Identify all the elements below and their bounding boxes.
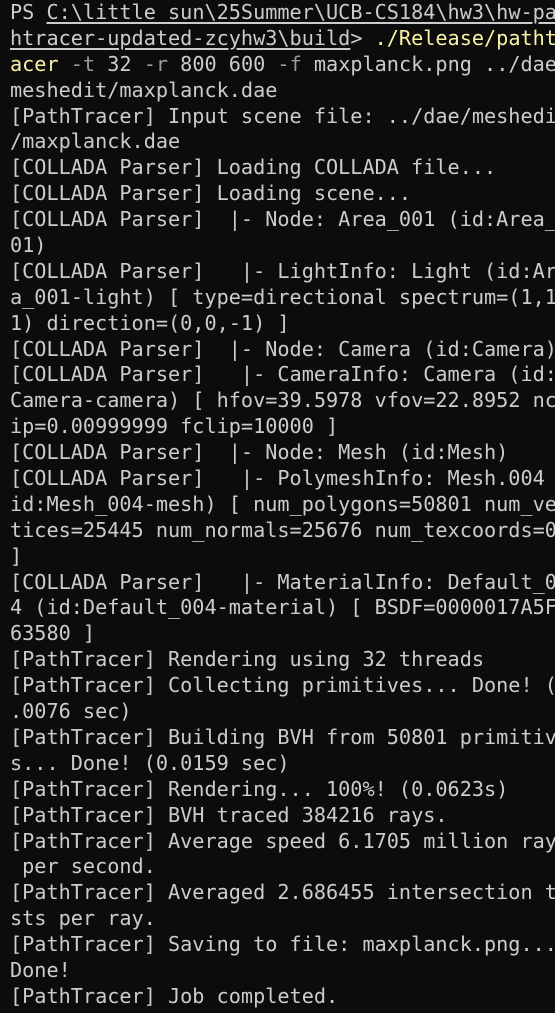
output-line: [PathTracer] Building BVH from 50801 pri… xyxy=(10,724,555,749)
output-line: [COLLADA Parser] |- Node: Area_001 (id:A… xyxy=(10,207,555,232)
output-line: [COLLADA Parser] Loading scene... xyxy=(10,181,412,206)
output-line: per second. xyxy=(10,854,156,879)
output-line: [PathTracer] Rendering using 32 threads xyxy=(10,647,485,672)
output-line: 01) xyxy=(10,233,47,258)
output-line: ip=0.00999999 fclip=10000 ] xyxy=(10,414,339,439)
output-line: [COLLADA Parser] |- Node: Camera (id:Cam… xyxy=(10,336,555,361)
prompt-symbol: > xyxy=(350,25,375,50)
output-line: [PathTracer] BVH traced 384216 rays. xyxy=(10,802,448,827)
command-line: acer -t 32 -r 800 600 -f maxplanck.png .… xyxy=(10,52,555,78)
output-line: [COLLADA Parser] |- PolymeshInfo: Mesh.0… xyxy=(10,466,555,491)
output-line: /maxplanck.dae xyxy=(10,129,181,154)
output-line: [PathTracer] Input scene file: ../dae/me… xyxy=(10,103,555,128)
output-line: 63580 ] xyxy=(10,621,96,646)
output-line: [COLLADA Parser] |- MaterialInfo: Defaul… xyxy=(10,569,555,594)
output-line: [PathTracer] Collecting primitives... Do… xyxy=(10,673,555,698)
output-line: tices=25445 num_normals=25676 num_texcoo… xyxy=(10,517,555,542)
output-lines: [PathTracer] Input scene file: ../dae/me… xyxy=(10,104,555,1010)
command-executable-cont: acer xyxy=(10,51,59,76)
output-line: 1) direction=(0,0,-1) ] xyxy=(10,310,290,335)
arg-resolution: 800 600 xyxy=(168,51,266,76)
output-line: [PathTracer] Job completed. xyxy=(10,983,339,1008)
output-line: [PathTracer] Averaged 2.686455 intersect… xyxy=(10,880,555,905)
output-line: [PathTracer] Rendering... 100%! (0.0623s… xyxy=(10,776,509,801)
arg-threads: 32 xyxy=(95,51,132,76)
output-line: a_001-light) [ type=directional spectrum… xyxy=(10,284,555,309)
output-line: [COLLADA Parser] |- Node: Mesh (id:Mesh) xyxy=(10,440,509,465)
output-line: 4 (id:Default_004-material) [ BSDF=00000… xyxy=(10,595,555,620)
arg-scene: meshedit/maxplanck.dae xyxy=(10,77,278,102)
prompt-line: PS C:\little_sun\25Summer\UCB-CS184\hw3\… xyxy=(10,0,555,26)
output-line: .0076 sec) xyxy=(10,699,132,724)
output-line: Camera-camera) [ hfov=39.5978 vfov=22.89… xyxy=(10,388,555,413)
output-line: sts per ray. xyxy=(10,906,156,931)
flag-threads: -t xyxy=(58,51,96,76)
prompt-path: C:\little_sun\25Summer\UCB-CS184\hw3\hw-… xyxy=(46,0,555,24)
prompt-prefix: PS xyxy=(10,0,47,24)
output-line: [COLLADA Parser] |- CameraInfo: Camera (… xyxy=(10,362,555,387)
prompt-line-wrap: htracer-updated-zcyhw3\build> ./Release/… xyxy=(10,26,555,52)
output-line: id:Mesh_004-mesh) [ num_polygons=50801 n… xyxy=(10,491,555,516)
output-line: [COLLADA Parser] |- LightInfo: Light (id… xyxy=(10,258,555,283)
command-line-cont: meshedit/maxplanck.dae xyxy=(10,78,555,104)
prompt-path-cont: htracer-updated-zcyhw3\build xyxy=(10,25,351,50)
output-line: s... Done! (0.0159 sec) xyxy=(10,750,290,775)
output-line: [PathTracer] Saving to file: maxplanck.p… xyxy=(10,932,555,957)
output-line: [PathTracer] Average speed 6.1705 millio… xyxy=(10,828,555,853)
output-line: ] xyxy=(10,543,23,568)
flag-resolution: -r xyxy=(131,51,169,76)
terminal-window[interactable]: PS C:\little_sun\25Summer\UCB-CS184\hw3\… xyxy=(0,0,555,1013)
arg-file: maxplanck.png ../dae/ xyxy=(301,51,555,76)
output-line: Done! xyxy=(10,957,71,982)
terminal-output: PS C:\little_sun\25Summer\UCB-CS184\hw3\… xyxy=(10,0,555,1010)
output-line: [COLLADA Parser] Loading COLLADA file... xyxy=(10,155,497,180)
command-executable: ./Release/pathtr xyxy=(374,25,555,50)
flag-file: -f xyxy=(265,51,302,76)
